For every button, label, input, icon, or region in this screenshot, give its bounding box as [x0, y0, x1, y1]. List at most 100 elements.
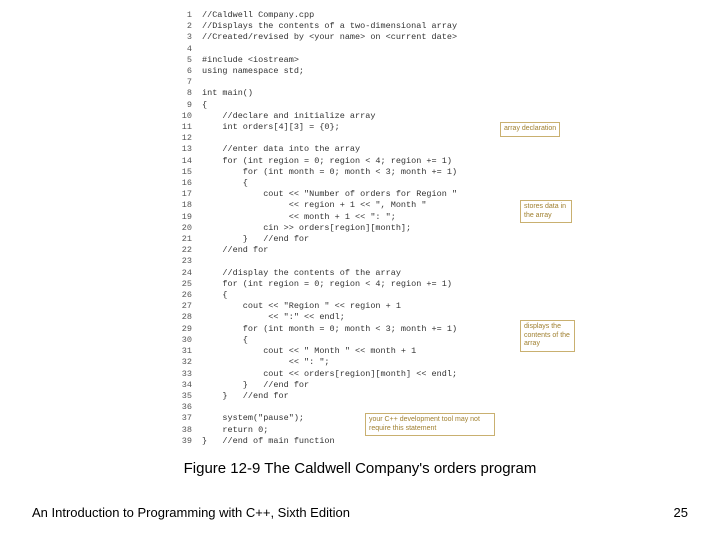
code-text: << region + 1 << ", Month "	[192, 200, 426, 211]
code-text: for (int month = 0; month < 3; month += …	[192, 324, 457, 335]
code-text: cout << " Month " << month + 1	[192, 346, 416, 357]
code-text: cin >> orders[region][month];	[192, 223, 411, 234]
code-listing: 1//Caldwell Company.cpp2//Displays the c…	[170, 10, 650, 447]
line-number: 5	[170, 55, 192, 66]
line-number: 2	[170, 21, 192, 32]
line-number: 35	[170, 391, 192, 402]
line-number: 39	[170, 436, 192, 447]
code-line: 22 //end for	[170, 245, 650, 256]
code-text: {	[192, 178, 248, 189]
code-text: for (int region = 0; region < 4; region …	[192, 279, 452, 290]
code-text	[192, 77, 202, 88]
code-line: 31 cout << " Month " << month + 1	[170, 346, 650, 357]
line-number: 7	[170, 77, 192, 88]
line-number: 22	[170, 245, 192, 256]
code-text: {	[192, 290, 228, 301]
code-text: int main()	[192, 88, 253, 99]
line-number: 8	[170, 88, 192, 99]
code-text: << ":" << endl;	[192, 312, 345, 323]
line-number: 25	[170, 279, 192, 290]
line-number: 12	[170, 133, 192, 144]
line-number: 34	[170, 380, 192, 391]
code-text: {	[192, 335, 248, 346]
line-number: 26	[170, 290, 192, 301]
code-line: 30 {	[170, 335, 650, 346]
code-line: 23	[170, 256, 650, 267]
code-text: //display the contents of the array	[192, 268, 401, 279]
footer-page-number: 25	[674, 505, 688, 520]
code-text: cout << "Region " << region + 1	[192, 301, 401, 312]
code-text: } //end for	[192, 234, 309, 245]
code-line: 14 for (int region = 0; region < 4; regi…	[170, 156, 650, 167]
code-line: 29 for (int month = 0; month < 3; month …	[170, 324, 650, 335]
code-text: //Caldwell Company.cpp	[192, 10, 314, 21]
code-line: 3//Created/revised by <your name> on <cu…	[170, 32, 650, 43]
code-text: using namespace std;	[192, 66, 304, 77]
code-text: } //end for	[192, 391, 289, 402]
line-number: 20	[170, 223, 192, 234]
code-line: 19 << month + 1 << ": ";	[170, 212, 650, 223]
line-number: 15	[170, 167, 192, 178]
code-line: 11 int orders[4][3] = {0};	[170, 122, 650, 133]
line-number: 16	[170, 178, 192, 189]
code-line: 39} //end of main function	[170, 436, 650, 447]
code-text: #include <iostream>	[192, 55, 299, 66]
code-text: << ": ";	[192, 357, 330, 368]
code-line: 16 {	[170, 178, 650, 189]
line-number: 3	[170, 32, 192, 43]
line-number: 9	[170, 100, 192, 111]
code-line: 35 } //end for	[170, 391, 650, 402]
code-line: 1//Caldwell Company.cpp	[170, 10, 650, 21]
line-number: 27	[170, 301, 192, 312]
code-line: 15 for (int month = 0; month < 3; month …	[170, 167, 650, 178]
line-number: 23	[170, 256, 192, 267]
line-number: 19	[170, 212, 192, 223]
code-line: 18 << region + 1 << ", Month "	[170, 200, 650, 211]
line-number: 11	[170, 122, 192, 133]
code-text: //declare and initialize array	[192, 111, 375, 122]
line-number: 4	[170, 44, 192, 55]
code-line: 36	[170, 402, 650, 413]
code-text: cout << orders[region][month] << endl;	[192, 369, 457, 380]
code-line: 13 //enter data into the array	[170, 144, 650, 155]
line-number: 18	[170, 200, 192, 211]
line-number: 32	[170, 357, 192, 368]
code-line: 9{	[170, 100, 650, 111]
line-number: 37	[170, 413, 192, 424]
line-number: 21	[170, 234, 192, 245]
code-text: //end for	[192, 245, 268, 256]
code-line: 8int main()	[170, 88, 650, 99]
code-text: << month + 1 << ": ";	[192, 212, 396, 223]
code-line: 7	[170, 77, 650, 88]
code-text: } //end for	[192, 380, 309, 391]
code-text: //Displays the contents of a two-dimensi…	[192, 21, 457, 32]
code-text: int orders[4][3] = {0};	[192, 122, 340, 133]
code-text: cout << "Number of orders for Region "	[192, 189, 457, 200]
line-number: 31	[170, 346, 192, 357]
code-text: for (int region = 0; region < 4; region …	[192, 156, 452, 167]
code-line: 4	[170, 44, 650, 55]
code-text: return 0;	[192, 425, 268, 436]
line-number: 36	[170, 402, 192, 413]
code-line: 17 cout << "Number of orders for Region …	[170, 189, 650, 200]
code-line: 33 cout << orders[region][month] << endl…	[170, 369, 650, 380]
code-text: } //end of main function	[192, 436, 335, 447]
line-number: 38	[170, 425, 192, 436]
code-line: 10 //declare and initialize array	[170, 111, 650, 122]
code-text: for (int month = 0; month < 3; month += …	[192, 167, 457, 178]
code-line: 34 } //end for	[170, 380, 650, 391]
code-text	[192, 402, 202, 413]
line-number: 6	[170, 66, 192, 77]
code-line: 2//Displays the contents of a two-dimens…	[170, 21, 650, 32]
line-number: 17	[170, 189, 192, 200]
line-number: 30	[170, 335, 192, 346]
code-line: 32 << ": ";	[170, 357, 650, 368]
figure-caption: Figure 12-9 The Caldwell Company's order…	[0, 460, 720, 477]
line-number: 14	[170, 156, 192, 167]
code-text: system("pause");	[192, 413, 304, 424]
code-text	[192, 256, 202, 267]
code-line: 5#include <iostream>	[170, 55, 650, 66]
footer-book-title: An Introduction to Programming with C++,…	[32, 505, 350, 520]
line-number: 1	[170, 10, 192, 21]
code-text	[192, 133, 202, 144]
